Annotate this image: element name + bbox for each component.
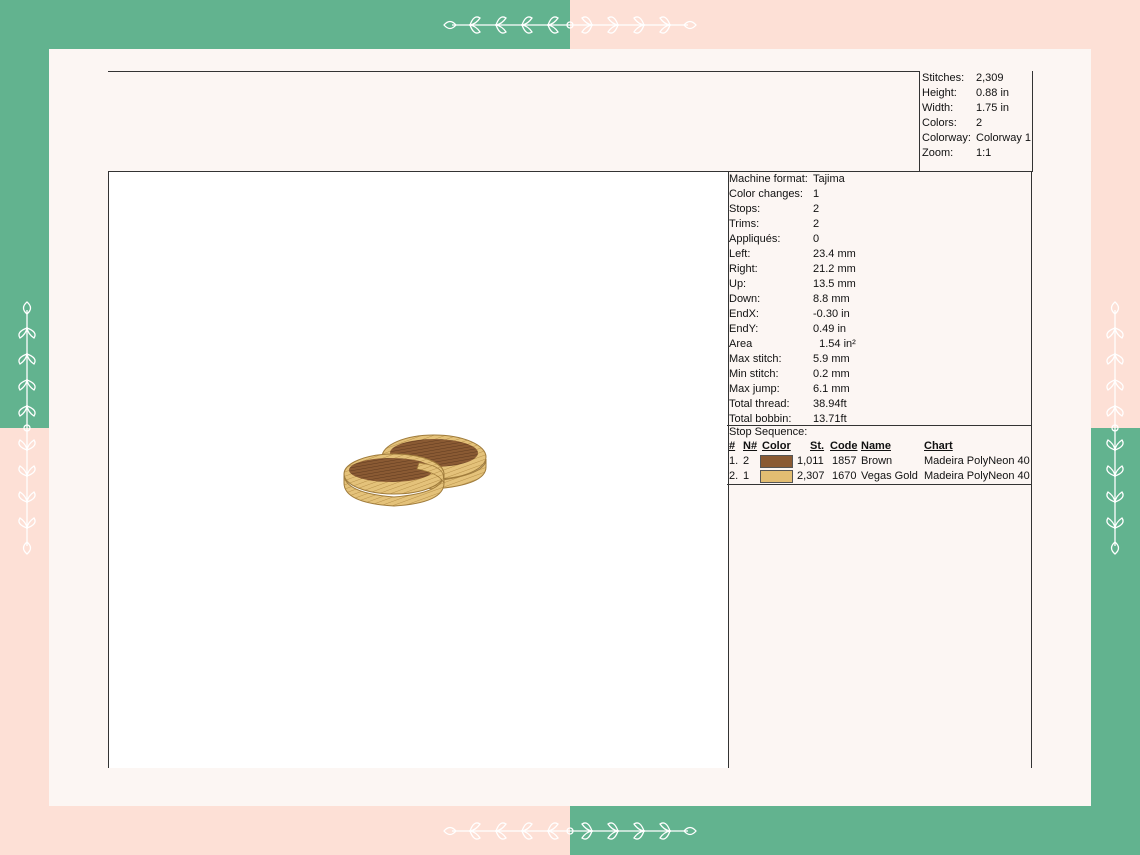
detail-label: Min stitch:	[729, 368, 779, 380]
summary-value: Colorway 1	[976, 132, 1032, 144]
row-needle: 2	[743, 455, 750, 467]
detail-label: Max jump:	[729, 383, 780, 395]
bottom-laurel-ornament	[443, 822, 697, 840]
summary-value: 1:1	[976, 147, 992, 159]
detail-label: Machine format:	[729, 173, 808, 185]
color-swatch	[760, 455, 793, 468]
summary-value: 0.88 in	[976, 87, 1010, 99]
row-code: 1857	[832, 455, 857, 467]
detail-value: 38.94ft	[813, 398, 847, 410]
summary-value: 2	[976, 117, 983, 129]
detail-label: Right:	[729, 263, 758, 275]
summary-box: Stitches: 2,309 Height: 0.88 in Width: 1…	[919, 71, 1033, 172]
detail-label: Up:	[729, 278, 747, 290]
stop-sequence-title: Stop Sequence:	[729, 426, 808, 438]
row-chart: Madeira PolyNeon 40	[924, 455, 1030, 467]
detail-label: Total thread:	[729, 398, 790, 410]
detail-value: 13.5 mm	[813, 278, 856, 290]
design-preview	[108, 171, 729, 768]
detail-label: Max stitch:	[729, 353, 782, 365]
right-laurel-ornament	[1106, 301, 1124, 555]
summary-label: Stitches:	[922, 72, 965, 84]
detail-value: 8.8 mm	[813, 293, 850, 305]
row-stitches: 2,307	[797, 470, 825, 482]
detail-label: EndY:	[729, 323, 759, 335]
row-num: 2.	[729, 470, 739, 482]
summary-label: Width:	[922, 102, 954, 114]
row-num: 1.	[729, 455, 739, 467]
detail-label: Trims:	[729, 218, 760, 230]
detail-value: Tajima	[813, 173, 845, 185]
summary-label: Zoom:	[922, 147, 954, 159]
detail-label: Area	[729, 338, 753, 350]
detail-label: Down:	[729, 293, 761, 305]
detail-value: 2	[813, 203, 820, 215]
detail-value: 21.2 mm	[813, 263, 856, 275]
detail-label: Color changes:	[729, 188, 803, 200]
summary-value: 1.75 in	[976, 102, 1010, 114]
header-rule	[108, 71, 1032, 72]
embroidery-worksheet: Stitches: 2,309 Height: 0.88 in Width: 1…	[108, 71, 1033, 768]
row-code: 1670	[832, 470, 857, 482]
detail-label: Appliqués:	[729, 233, 781, 245]
machine-details-panel: Machine format: Tajima Color changes: 1 …	[727, 171, 1032, 768]
color-swatch	[760, 470, 793, 483]
detail-label: Stops:	[729, 203, 761, 215]
row-name: Vegas Gold	[861, 470, 918, 482]
col-header-code: Code	[830, 440, 858, 452]
col-header-stitches: St.	[810, 440, 825, 452]
row-needle: 1	[743, 470, 750, 482]
col-header-chart: Chart	[924, 440, 953, 452]
detail-value: 23.4 mm	[813, 248, 856, 260]
detail-value: 1	[813, 188, 820, 200]
summary-value: 2,309	[976, 72, 1004, 84]
stop-sequence-table: Stop Sequence: # N# Color St. Code Name …	[727, 425, 1031, 485]
row-stitches: 1,011	[797, 455, 824, 467]
summary-label: Colors:	[922, 117, 957, 129]
wedding-rings-embroidery	[343, 434, 487, 507]
detail-value: 6.1 mm	[813, 383, 850, 395]
detail-value: 0	[813, 233, 820, 245]
top-laurel-ornament	[443, 16, 697, 34]
summary-label: Colorway:	[922, 132, 971, 144]
detail-label: Left:	[729, 248, 751, 260]
col-header-name: Name	[861, 440, 891, 452]
detail-value: 2	[813, 218, 820, 230]
detail-value: 0.49 in	[813, 323, 847, 335]
col-header-num: #	[729, 440, 736, 452]
col-header-color: Color	[762, 440, 791, 452]
col-header-needle: N#	[743, 440, 758, 452]
row-chart: Madeira PolyNeon 40	[924, 470, 1030, 482]
left-laurel-ornament	[18, 301, 36, 555]
detail-label: EndX:	[729, 308, 759, 320]
row-name: Brown	[861, 455, 893, 467]
detail-value: 5.9 mm	[813, 353, 850, 365]
detail-value: -0.30 in	[813, 308, 850, 320]
detail-value: 1.54 in²	[813, 338, 856, 350]
detail-value: 0.2 mm	[813, 368, 850, 380]
summary-label: Height:	[922, 87, 957, 99]
